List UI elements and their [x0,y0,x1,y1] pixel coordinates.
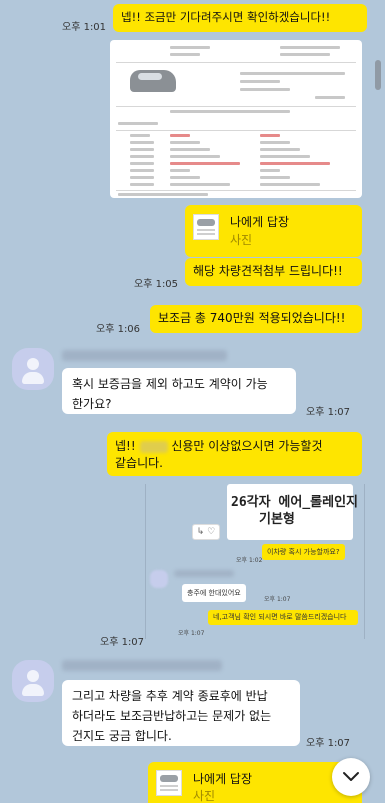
scrollbar-thumb[interactable] [375,60,381,90]
captured-time: 오후 1:07 [178,630,205,637]
reply-share-card[interactable]: 나에게 답장 사진 [185,205,362,257]
friend-message-bubble[interactable]: 그리고 차량을 추후 계약 종료후에 반납 하더라도 보조금반납하고는 문제가 … [62,680,300,746]
scroll-to-bottom-button[interactable] [332,758,370,796]
captured-white-message: 충주에 한대있어요 [182,584,246,602]
message-time: 오후 1:01 [62,22,107,33]
message-time: 오후 1:05 [134,279,179,290]
car-photo [130,70,176,92]
my-message-bubble[interactable]: 넵!! 신용만 이상없으시면 가능할것 같습니다. [107,432,362,476]
message-time: 오후 1:07 [100,637,145,648]
photo-thumbnail [193,214,219,240]
photo-thumbnail [156,770,182,796]
friend-avatar[interactable] [12,660,54,702]
message-text: 넵!! [115,439,136,453]
captured-avatar [150,570,168,588]
message-line: 그리고 차량을 추후 계약 종료후에 반납 [72,689,268,703]
my-message-bubble[interactable]: 해당 차량견적첨부 드립니다!! [185,258,362,286]
captured-card-title: 26각자 에어_롤레인지 [231,495,358,510]
message-line: 혹시 보증금을 제외 하고도 계약이 가능 [72,377,268,391]
message-line: 같습니다. [115,456,163,470]
chat-capture-image[interactable]: 26각자 에어_롤레인지 기본형 ↳ ♡ 이차량 혹시 가능할까요? 오후 1:… [145,484,365,639]
message-line: 넵!! 신용만 이상없으시면 가능할것 [115,438,354,455]
message-time: 오후 1:06 [96,324,141,335]
captured-card: 26각자 에어_롤레인지 기본형 [227,484,358,540]
blurred-name [139,440,168,453]
message-line: 한가요? [72,397,112,411]
message-line: 건지도 궁금 합니다. [72,729,172,743]
my-message-bubble[interactable]: 넵!! 조금만 기다려주시면 확인하겠습니다!! [113,4,367,32]
captured-yellow-message: 이차량 혹시 가능할까요? [262,544,345,560]
chevron-down-icon [343,772,359,781]
reply-subtitle: 사진 [230,233,253,247]
reply-share-card[interactable]: 나에게 답장 사진 [148,762,362,803]
my-message-bubble[interactable]: 보조금 총 740만원 적용되었습니다!! [150,305,362,333]
friend-avatar[interactable] [12,348,54,390]
message-text: 신용만 이상없으시면 가능할것 [171,439,323,453]
chat-room: 오후 1:01 넵!! 조금만 기다려주시면 확인하겠습니다!! 나에게 답장 … [0,0,385,803]
captured-time: 오후 1:07 [264,596,291,603]
sender-name [62,660,222,671]
friend-message-bubble[interactable]: 혹시 보증금을 제외 하고도 계약이 가능 한가요? [62,368,296,414]
message-time: 오후 1:07 [306,407,351,418]
captured-time: 오후 1:02 [236,557,263,564]
message-time: 오후 1:07 [306,738,351,749]
captured-reply-icon: ↳ ♡ [192,524,220,540]
captured-card-subtitle: 기본형 [259,512,295,527]
reply-title: 나에게 답장 [230,215,290,229]
sender-name [62,350,227,361]
captured-sender-name [174,570,234,577]
quotation-image[interactable] [110,40,362,198]
captured-yellow-message: 네,고객님 확인 되시면 바로 말씀드리겠습니다 [208,610,358,625]
message-line: 하더라도 보조금반납하고는 문제가 없는 [72,709,272,723]
reply-title: 나에게 답장 [193,772,253,786]
reply-subtitle: 사진 [193,789,216,803]
